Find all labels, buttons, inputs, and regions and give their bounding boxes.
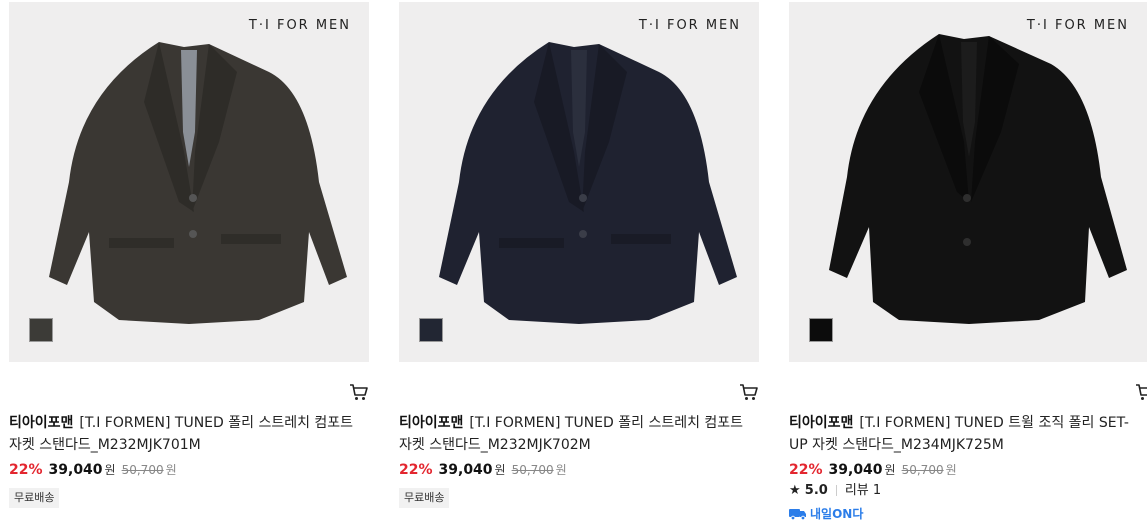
review-count[interactable]: 리뷰 1 [845, 483, 881, 498]
original-price: 50,700 [901, 463, 944, 477]
free-shipping-badge: 무료배송 [399, 488, 450, 508]
price-row: 22% 39,040 원 50,700 원 [789, 460, 957, 480]
price-unit: 원 [884, 463, 896, 477]
rating-score: 5.0 [804, 483, 828, 498]
brand-logo: T·I FOR MEN [248, 18, 351, 33]
free-shipping-badge: 무료배송 [9, 488, 60, 508]
brand-logo: T·I FOR MEN [1026, 18, 1129, 33]
color-swatch[interactable] [419, 318, 443, 342]
delivery-label: 내일ON다 [810, 507, 864, 521]
original-price: 50,700 [121, 463, 164, 477]
discount-rate: 22% [789, 462, 823, 478]
delivery-truck-icon [789, 508, 806, 520]
jacket-image [49, 42, 347, 324]
product-title[interactable]: 티아이포맨 [T.I FORMEN] TUNED 폴리 스트레치 컴포트 자켓 스… [399, 412, 755, 456]
original-price-unit: 원 [165, 463, 177, 477]
discount-rate: 22% [9, 462, 43, 478]
brand-name[interactable]: 티아이포맨 [399, 415, 463, 431]
delivery-badge: 내일ON다 [789, 505, 863, 522]
brand-name[interactable]: 티아이포맨 [789, 415, 853, 431]
original-price-unit: 원 [555, 463, 567, 477]
cart-icon[interactable] [739, 383, 759, 401]
rating-row: ★ 5.0 리뷰 1 [789, 481, 881, 501]
price-row: 22% 39,040 원 50,700 원 [399, 460, 567, 480]
price-unit: 원 [494, 463, 506, 477]
cart-icon[interactable] [1135, 383, 1147, 401]
product-image[interactable]: T·I FOR MEN [789, 2, 1147, 362]
product-image[interactable]: T·I FOR MEN [9, 2, 369, 362]
divider [835, 485, 837, 496]
color-swatch[interactable] [29, 318, 53, 342]
jacket-image [829, 34, 1127, 324]
discount-rate: 22% [399, 462, 433, 478]
product-title[interactable]: 티아이포맨 [T.I FORMEN] TUNED 폴리 스트레치 컴포트 자켓 스… [9, 412, 365, 456]
cart-icon[interactable] [349, 383, 369, 401]
star-icon: ★ [789, 483, 801, 498]
sale-price: 39,040 [438, 462, 493, 478]
product-title[interactable]: 티아이포맨 [T.I FORMEN] TUNED 트윌 조직 폴리 SET-UP … [789, 412, 1145, 456]
brand-logo: T·I FOR MEN [638, 18, 741, 33]
product-image[interactable]: T·I FOR MEN [399, 2, 759, 362]
original-price: 50,700 [511, 463, 554, 477]
product-card[interactable]: T·I FOR MEN 티아이포맨 [T.I FORMEN] TUNED 폴리 스… [9, 2, 369, 528]
price-unit: 원 [104, 463, 116, 477]
product-card[interactable]: T·I FOR MEN 티아이포맨 [T.I FORMEN] TUNED 트윌 조… [789, 2, 1147, 528]
sale-price: 39,040 [828, 462, 883, 478]
price-row: 22% 39,040 원 50,700 원 [9, 460, 177, 480]
sale-price: 39,040 [48, 462, 103, 478]
original-price-unit: 원 [945, 463, 957, 477]
product-card[interactable]: T·I FOR MEN 티아이포맨 [T.I FORMEN] TUNED 폴리 스… [399, 2, 759, 528]
brand-name[interactable]: 티아이포맨 [9, 415, 73, 431]
jacket-image [439, 42, 737, 324]
color-swatch[interactable] [809, 318, 833, 342]
